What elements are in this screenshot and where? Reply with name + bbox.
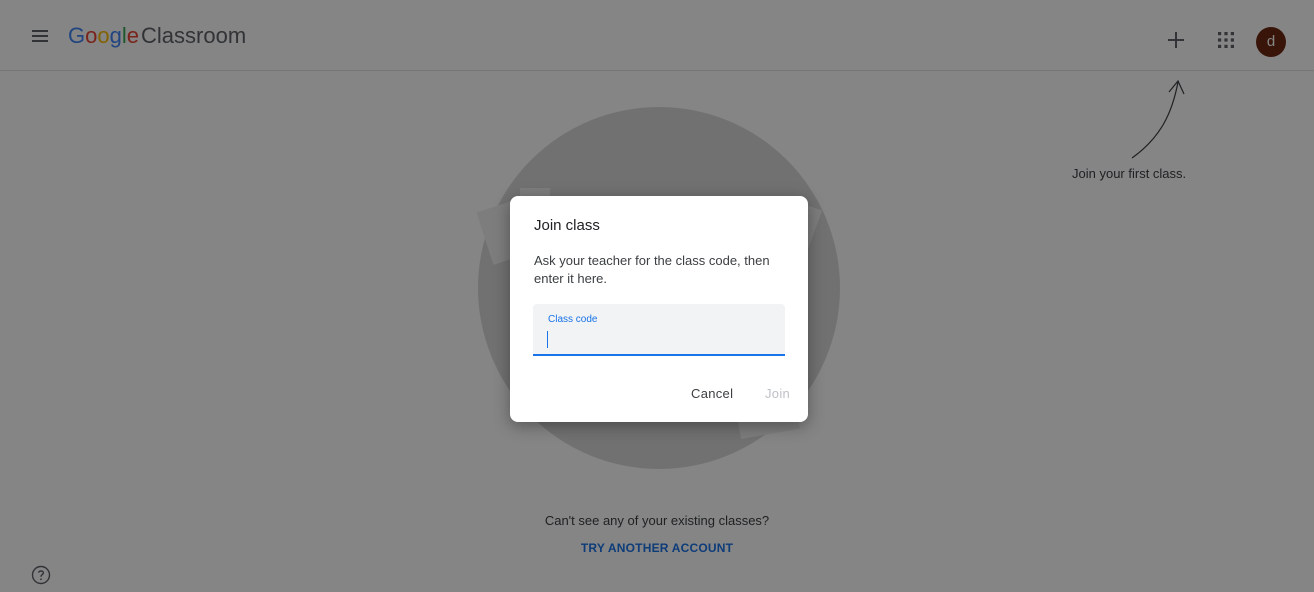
- join-class-dialog: Join class Ask your teacher for the clas…: [510, 196, 808, 422]
- text-cursor: [547, 331, 548, 348]
- class-code-input[interactable]: [545, 328, 777, 348]
- dialog-description: Ask your teacher for the class code, the…: [534, 253, 770, 286]
- classroom-page: GoogleClassroom d Join your first class.…: [0, 0, 1314, 592]
- class-code-label: Class code: [548, 314, 598, 325]
- dialog-title: Join class: [534, 217, 600, 234]
- join-button[interactable]: Join: [765, 386, 790, 401]
- cancel-button[interactable]: Cancel: [691, 386, 733, 401]
- class-code-field[interactable]: Class code: [533, 304, 785, 356]
